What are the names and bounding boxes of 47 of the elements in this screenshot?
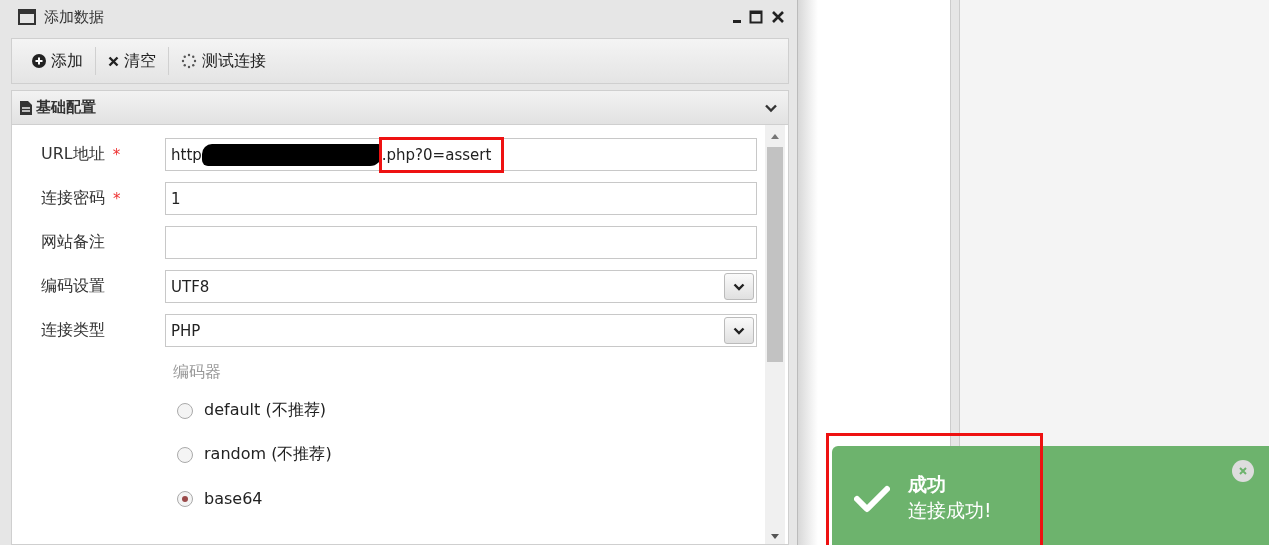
radio-label: random (不推荐) [204, 444, 332, 465]
group-label: 编码器 [173, 362, 222, 383]
dropdown-button[interactable] [724, 273, 754, 300]
window-title: 添加数据 [44, 7, 105, 27]
toolbar-button[interactable]: 测试连接 [169, 46, 278, 76]
check-icon [854, 485, 890, 513]
select-field[interactable]: PHP [165, 314, 757, 347]
field-label: 网站备注 [41, 232, 105, 253]
input-field[interactable]: 1 [165, 182, 757, 215]
toast-message: 连接成功! [908, 498, 992, 523]
radio-button[interactable] [177, 402, 193, 419]
field-label: URL地址 [41, 144, 105, 165]
field-label: 连接类型 [41, 320, 105, 341]
radio-label: base64 [204, 489, 263, 508]
radio-button[interactable] [177, 446, 193, 463]
url-field[interactable]: http .php?0=assert [165, 138, 757, 171]
radio-button[interactable] [177, 490, 193, 507]
toolbar-button[interactable]: 添加 [20, 46, 95, 76]
close-icon [108, 55, 119, 67]
scrollbar[interactable] [765, 125, 785, 544]
required-mark: * [113, 189, 121, 208]
chevron-down-icon [733, 281, 745, 292]
radio-label: default (不推荐) [204, 400, 326, 421]
minimize-icon [733, 20, 741, 23]
input-field[interactable] [165, 226, 757, 259]
dropdown-button[interactable] [724, 317, 754, 344]
maximize-icon [749, 10, 763, 24]
url-end: .php?0=assert [381, 145, 492, 164]
select-field[interactable]: UTF8 [165, 270, 757, 303]
toast-title: 成功 [908, 472, 947, 497]
maximize-button[interactable] [749, 10, 763, 24]
spinner-icon [181, 53, 197, 69]
chevron-down-icon [733, 325, 745, 336]
close-icon [771, 10, 785, 24]
document-icon [20, 100, 32, 115]
scroll-up-icon[interactable] [770, 133, 780, 141]
field-label: 编码设置 [41, 276, 105, 297]
plus-circle-icon [32, 54, 46, 68]
url-start: http [171, 145, 202, 164]
window-icon [18, 9, 36, 25]
section-header[interactable]: 基础配置 [12, 91, 788, 125]
close-button[interactable] [771, 10, 785, 24]
required-mark: * [112, 145, 121, 164]
close-icon [1238, 466, 1248, 476]
scroll-down-icon[interactable] [770, 532, 780, 540]
toolbar-button[interactable]: 清空 [96, 46, 168, 76]
field-label: 连接密码 [41, 188, 105, 209]
